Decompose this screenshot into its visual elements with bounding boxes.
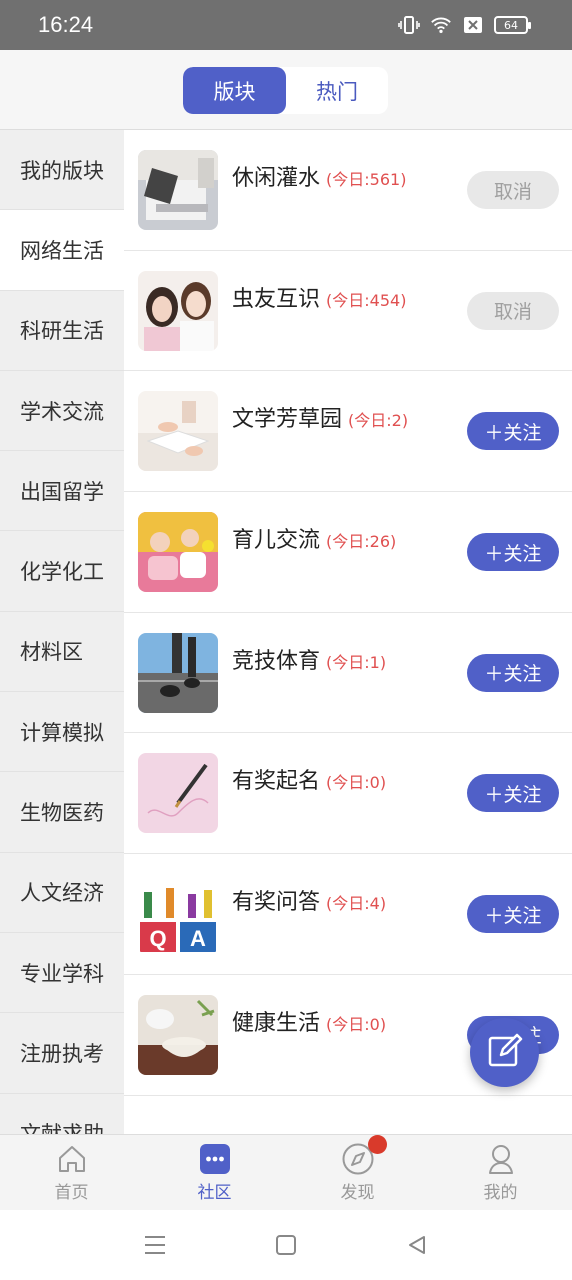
board-count: (今日:26) (326, 532, 397, 552)
unfollow-button[interactable]: 取消 (467, 171, 559, 209)
sidebar-item-disciplines[interactable]: 专业学科 (0, 933, 124, 1014)
board-count: (今日:4) (326, 894, 387, 914)
home-square-icon[interactable] (266, 1225, 306, 1265)
sidebar-item-study-abroad[interactable]: 出国留学 (0, 451, 124, 532)
bottom-nav: 首页 社区 发现 我的 (0, 1134, 572, 1210)
sidebar-item-simulation[interactable]: 计算模拟 (0, 692, 124, 773)
category-sidebar: 我的版块 网络生活 科研生活 学术交流 出国留学 化学化工 材料区 计算模拟 生… (0, 130, 124, 1134)
board-count: (今日:0) (326, 1014, 387, 1034)
board-title: 休闲灌水 (今日:561) (232, 160, 406, 192)
board-name: 有奖问答 (232, 890, 321, 916)
sidebar-item-online-life[interactable]: 网络生活 (0, 210, 124, 291)
sidebar-item-materials[interactable]: 材料区 (0, 612, 124, 693)
sidebar-item-humanities[interactable]: 人文经济 (0, 853, 124, 933)
list-item[interactable]: 有奖起名 (今日:0) ＋关注 (124, 733, 572, 855)
list-item[interactable]: 文学芳草园 (今日:2) ＋关注 (124, 371, 572, 493)
board-name: 休闲灌水 (232, 166, 321, 191)
wifi-icon (430, 14, 452, 36)
board-thumbnail (138, 512, 218, 593)
nav-discover[interactable]: 发现 (286, 1135, 429, 1210)
board-count: (今日:561) (326, 170, 407, 189)
board-title: 健康生活 (今日:0) (232, 1005, 386, 1037)
compose-button[interactable] (470, 1018, 539, 1087)
board-thumbnail (138, 270, 218, 351)
board-thumbnail (138, 391, 218, 472)
menu-icon[interactable] (135, 1225, 175, 1265)
back-triangle-icon[interactable] (397, 1225, 437, 1265)
sidebar-item-certification[interactable]: 注册执考 (0, 1013, 124, 1094)
battery-icon: 64 (494, 16, 531, 34)
status-time: 16:24 (38, 12, 94, 37)
board-name: 健康生活 (232, 1010, 321, 1036)
nav-label: 社区 (197, 1183, 232, 1203)
sidebar-item-research-life[interactable]: 科研生活 (0, 291, 124, 371)
nav-label: 我的 (483, 1183, 518, 1203)
board-title: 虫友互识 (今日:454) (232, 281, 406, 313)
sidebar-item-literature[interactable]: 文献求助 (0, 1094, 124, 1134)
sidebar-item-chemistry[interactable]: 化学化工 (0, 531, 124, 612)
nav-profile[interactable]: 我的 (429, 1135, 572, 1210)
board-thumbnail (138, 632, 218, 713)
board-count: (今日:0) (326, 773, 387, 793)
board-thumbnail: QA (138, 874, 218, 955)
board-thumbnail (138, 994, 218, 1075)
follow-button[interactable]: ＋关注 (467, 653, 559, 692)
status-bar: 16:24 64 (0, 0, 572, 50)
board-name: 育儿交流 (232, 528, 321, 554)
board-count: (今日:1) (326, 652, 387, 672)
unfollow-button[interactable]: 取消 (467, 291, 559, 330)
sidebar-item-my-boards[interactable]: 我的版块 (0, 130, 124, 211)
board-title: 有奖问答 (今日:4) (232, 884, 386, 916)
board-count: (今日:454) (326, 290, 407, 310)
board-list: 休闲灌水 (今日:561) 取消 虫友互识 (今日:454) 取消 文学芳草园 (今日… (124, 130, 572, 1134)
board-name: 文学芳草园 (232, 407, 343, 433)
follow-button[interactable]: ＋关注 (467, 774, 559, 813)
board-thumbnail (138, 150, 218, 230)
notification-badge (368, 1135, 387, 1154)
tab-boards[interactable]: 版块 (183, 67, 286, 114)
board-name: 竞技体育 (232, 648, 321, 674)
nav-community[interactable]: 社区 (143, 1135, 286, 1210)
user-icon (484, 1142, 518, 1176)
segment-control: 版块 热门 (183, 67, 388, 114)
list-item[interactable]: 竞技体育 (今日:1) ＋关注 (124, 613, 572, 734)
vibrate-icon (398, 14, 420, 36)
follow-button[interactable]: ＋关注 (467, 533, 559, 572)
no-sim-icon (462, 14, 484, 36)
svg-text:Q: Q (149, 926, 166, 951)
edit-icon (487, 1033, 523, 1073)
list-item[interactable]: 休闲灌水 (今日:561) 取消 (124, 130, 572, 251)
follow-button[interactable]: ＋关注 (467, 895, 559, 934)
follow-button[interactable]: ＋关注 (467, 412, 559, 451)
sidebar-item-academic[interactable]: 学术交流 (0, 371, 124, 452)
svg-text:A: A (190, 926, 206, 951)
tab-hot[interactable]: 热门 (286, 67, 388, 114)
board-title: 育儿交流 (今日:26) (232, 522, 396, 554)
list-item[interactable]: 虫友互识 (今日:454) 取消 (124, 251, 572, 372)
board-count: (今日:2) (348, 411, 409, 431)
nav-home[interactable]: 首页 (0, 1135, 143, 1210)
nav-label: 发现 (340, 1183, 375, 1203)
board-title: 有奖起名 (今日:0) (232, 763, 386, 795)
list-item[interactable]: QA 有奖问答 (今日:4) ＋关注 (124, 854, 572, 975)
board-title: 文学芳草园 (今日:2) (232, 401, 408, 433)
nav-label: 首页 (54, 1183, 89, 1203)
board-title: 竞技体育 (今日:1) (232, 643, 386, 675)
list-item[interactable]: 育儿交流 (今日:26) ＋关注 (124, 492, 572, 613)
board-name: 虫友互识 (232, 286, 321, 312)
header: 版块 热门 (0, 50, 572, 130)
board-name: 有奖起名 (232, 769, 321, 795)
sidebar-item-biomedicine[interactable]: 生物医药 (0, 772, 124, 853)
community-icon (198, 1142, 232, 1176)
status-icons: 64 (398, 14, 531, 36)
board-thumbnail (138, 753, 218, 834)
system-nav-bar (0, 1210, 572, 1280)
home-icon (55, 1142, 89, 1176)
